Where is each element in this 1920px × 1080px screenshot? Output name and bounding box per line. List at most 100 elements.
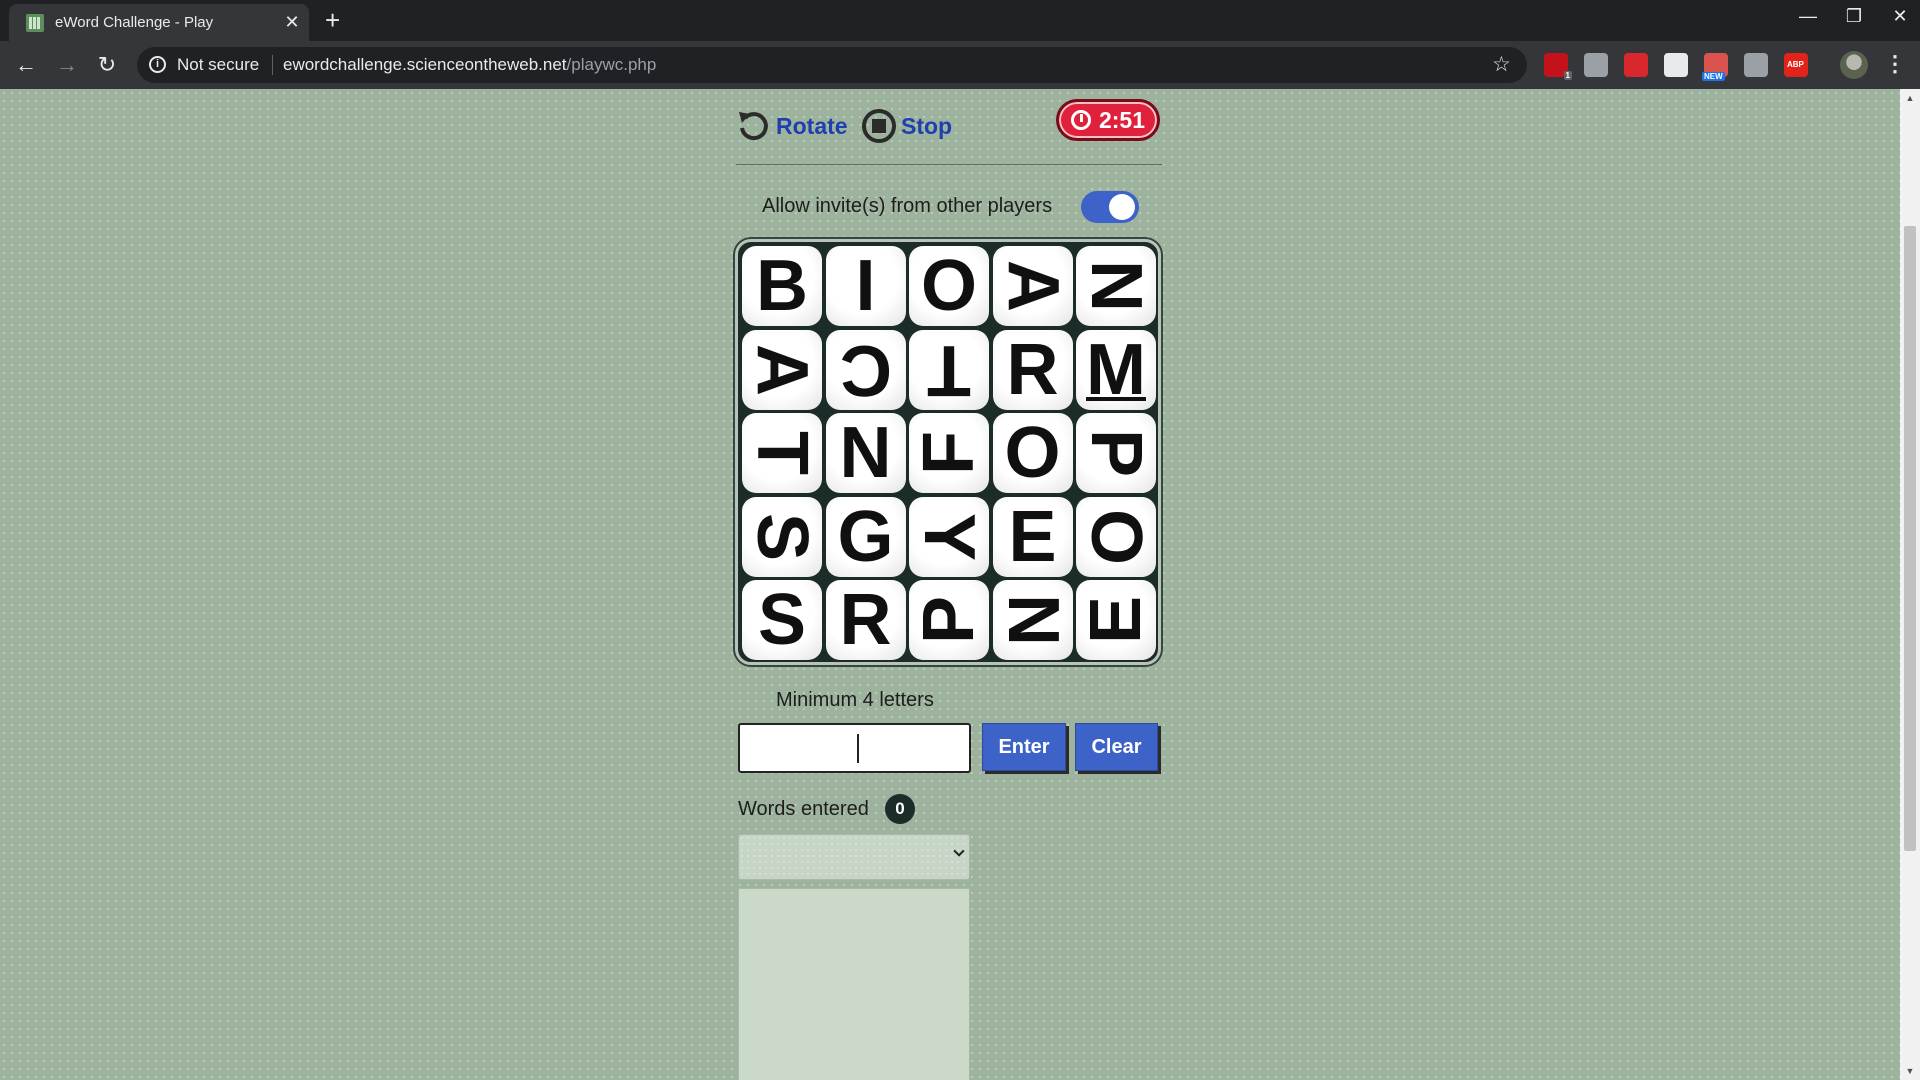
letter-die[interactable]: N (825, 413, 906, 493)
words-list-box[interactable] (738, 888, 970, 1080)
letter-die[interactable]: E (1076, 580, 1156, 660)
letter-die[interactable]: S (742, 580, 822, 660)
rotate-button[interactable]: Rotate (736, 107, 848, 145)
countdown-timer: 2:51 (1056, 99, 1160, 141)
ublock-icon[interactable]: 1 (1544, 53, 1572, 80)
site-favicon-icon (26, 14, 44, 32)
forward-arrow-icon[interactable]: → (53, 52, 81, 80)
die-letter: P (1076, 428, 1156, 478)
letter-die[interactable]: N (992, 580, 1073, 660)
extension-badge: 1 (1563, 71, 1572, 80)
letter-die[interactable]: A (992, 246, 1073, 326)
letter-die[interactable]: B (742, 246, 822, 326)
stop-icon (862, 109, 896, 143)
browser-menu-icon[interactable]: ⋮ (1884, 51, 1906, 77)
letter-die[interactable]: R (825, 580, 906, 660)
die-letter: E (1076, 595, 1156, 645)
info-icon[interactable]: i (149, 56, 166, 73)
profile-avatar[interactable] (1840, 51, 1868, 79)
tab-close-icon[interactable]: ✕ (281, 11, 303, 33)
letter-die[interactable]: N (1076, 246, 1156, 326)
browser-tab[interactable]: eWord Challenge - Play ✕ (9, 4, 309, 41)
letter-die[interactable]: O (992, 413, 1073, 493)
tab-title: eWord Challenge - Play (55, 14, 214, 31)
timer-value: 2:51 (1098, 106, 1146, 133)
restore-window-icon[interactable]: ❐ (1834, 6, 1874, 27)
extension-icon[interactable] (1584, 53, 1608, 77)
game-controls: Rotate Stop 2:51 (736, 89, 1162, 165)
invite-setting: Allow invite(s) from other players (762, 187, 1162, 225)
letter-die[interactable]: Y (909, 496, 989, 577)
die-letter: R (1006, 329, 1059, 410)
extension-badge: NEW (1702, 72, 1725, 81)
rotate-label: Rotate (776, 112, 848, 139)
address-bar[interactable]: i Not secure ewordchallenge.scienceonthe… (137, 47, 1527, 83)
letter-die[interactable]: S (742, 496, 822, 577)
letter-die[interactable]: I (825, 246, 906, 326)
letter-die[interactable]: T (909, 329, 989, 410)
clear-button[interactable]: Clear (1075, 723, 1158, 771)
clipboard-icon[interactable] (1744, 53, 1768, 77)
reload-icon[interactable]: ↻ (93, 52, 121, 80)
words-entered-label: Words entered (738, 798, 869, 820)
die-letter: C (839, 329, 892, 410)
invite-toggle[interactable] (1081, 191, 1139, 223)
stop-button[interactable]: Stop (861, 107, 952, 145)
bookmark-star-icon[interactable]: ☆ (1492, 52, 1511, 77)
close-window-icon[interactable]: ✕ (1880, 6, 1920, 27)
enter-button[interactable]: Enter (982, 723, 1066, 771)
letter-die[interactable]: C (825, 329, 906, 410)
new-extension-icon[interactable]: NEW (1702, 53, 1728, 81)
new-tab-icon[interactable]: + (325, 6, 340, 34)
die-letter: I (855, 246, 876, 326)
die-letter: O (1004, 413, 1061, 493)
game-column: Rotate Stop 2:51 Allow invite(s) from ot… (735, 89, 1162, 1080)
url-text[interactable]: ewordchallenge.scienceontheweb.net/playw… (283, 55, 656, 75)
letter-die[interactable]: O (909, 246, 989, 326)
letter-die[interactable]: M (1076, 329, 1156, 410)
letter-die[interactable]: A (742, 329, 822, 410)
die-letter: E (1008, 496, 1057, 577)
die-letter: R (839, 580, 892, 660)
stop-label: Stop (901, 112, 953, 139)
address-separator (272, 55, 273, 75)
url-path: /playwc.php (566, 55, 657, 74)
scroll-up-arrow-icon[interactable]: ▲ (1900, 93, 1920, 103)
scrollbar-thumb[interactable] (1904, 226, 1916, 851)
scroll-down-arrow-icon[interactable]: ▼ (1900, 1066, 1920, 1076)
mega-icon[interactable] (1624, 53, 1648, 77)
toggle-knob (1109, 194, 1135, 220)
letter-die[interactable]: E (992, 496, 1073, 577)
browser-tab-strip: eWord Challenge - Play ✕ + — ❐ ✕ (0, 0, 1920, 41)
letter-die[interactable]: T (742, 413, 822, 493)
page-content: Rotate Stop 2:51 Allow invite(s) from ot… (0, 89, 1900, 1080)
die-letter: B (756, 246, 808, 326)
letter-die[interactable]: G (825, 496, 906, 577)
die-letter: N (839, 413, 892, 493)
invite-label: Allow invite(s) from other players (762, 195, 1053, 217)
letter-die[interactable]: R (992, 329, 1073, 410)
die-letter: A (742, 343, 822, 396)
browser-toolbar: ← → ↻ i Not secure ewordchallenge.scienc… (0, 41, 1920, 89)
die-letter: G (837, 496, 894, 577)
die-letter: A (992, 260, 1073, 312)
word-input[interactable] (738, 723, 971, 773)
letter-die[interactable]: F (909, 413, 989, 493)
die-letter: T (927, 329, 971, 410)
letter-board: BIOANACTRMTNFOPSGYEOSRPNE (735, 239, 1161, 665)
plus-extension-icon[interactable] (1664, 53, 1688, 77)
text-caret (857, 734, 859, 763)
die-letter: M (1086, 329, 1146, 410)
not-secure-label[interactable]: Not secure (177, 55, 259, 75)
letter-die[interactable]: P (1076, 413, 1156, 493)
back-arrow-icon[interactable]: ← (12, 52, 40, 80)
clock-icon (1070, 110, 1091, 130)
letter-die[interactable]: P (909, 580, 989, 660)
words-count-badge: 0 (885, 794, 915, 824)
words-dropdown[interactable] (738, 834, 970, 880)
page-scrollbar[interactable]: ▲ ▼ (1900, 89, 1920, 1080)
letter-die[interactable]: O (1076, 496, 1156, 577)
minimize-window-icon[interactable]: — (1788, 6, 1828, 27)
chevron-down-icon (953, 845, 965, 857)
adblock-plus-icon[interactable]: ABP (1784, 53, 1808, 77)
